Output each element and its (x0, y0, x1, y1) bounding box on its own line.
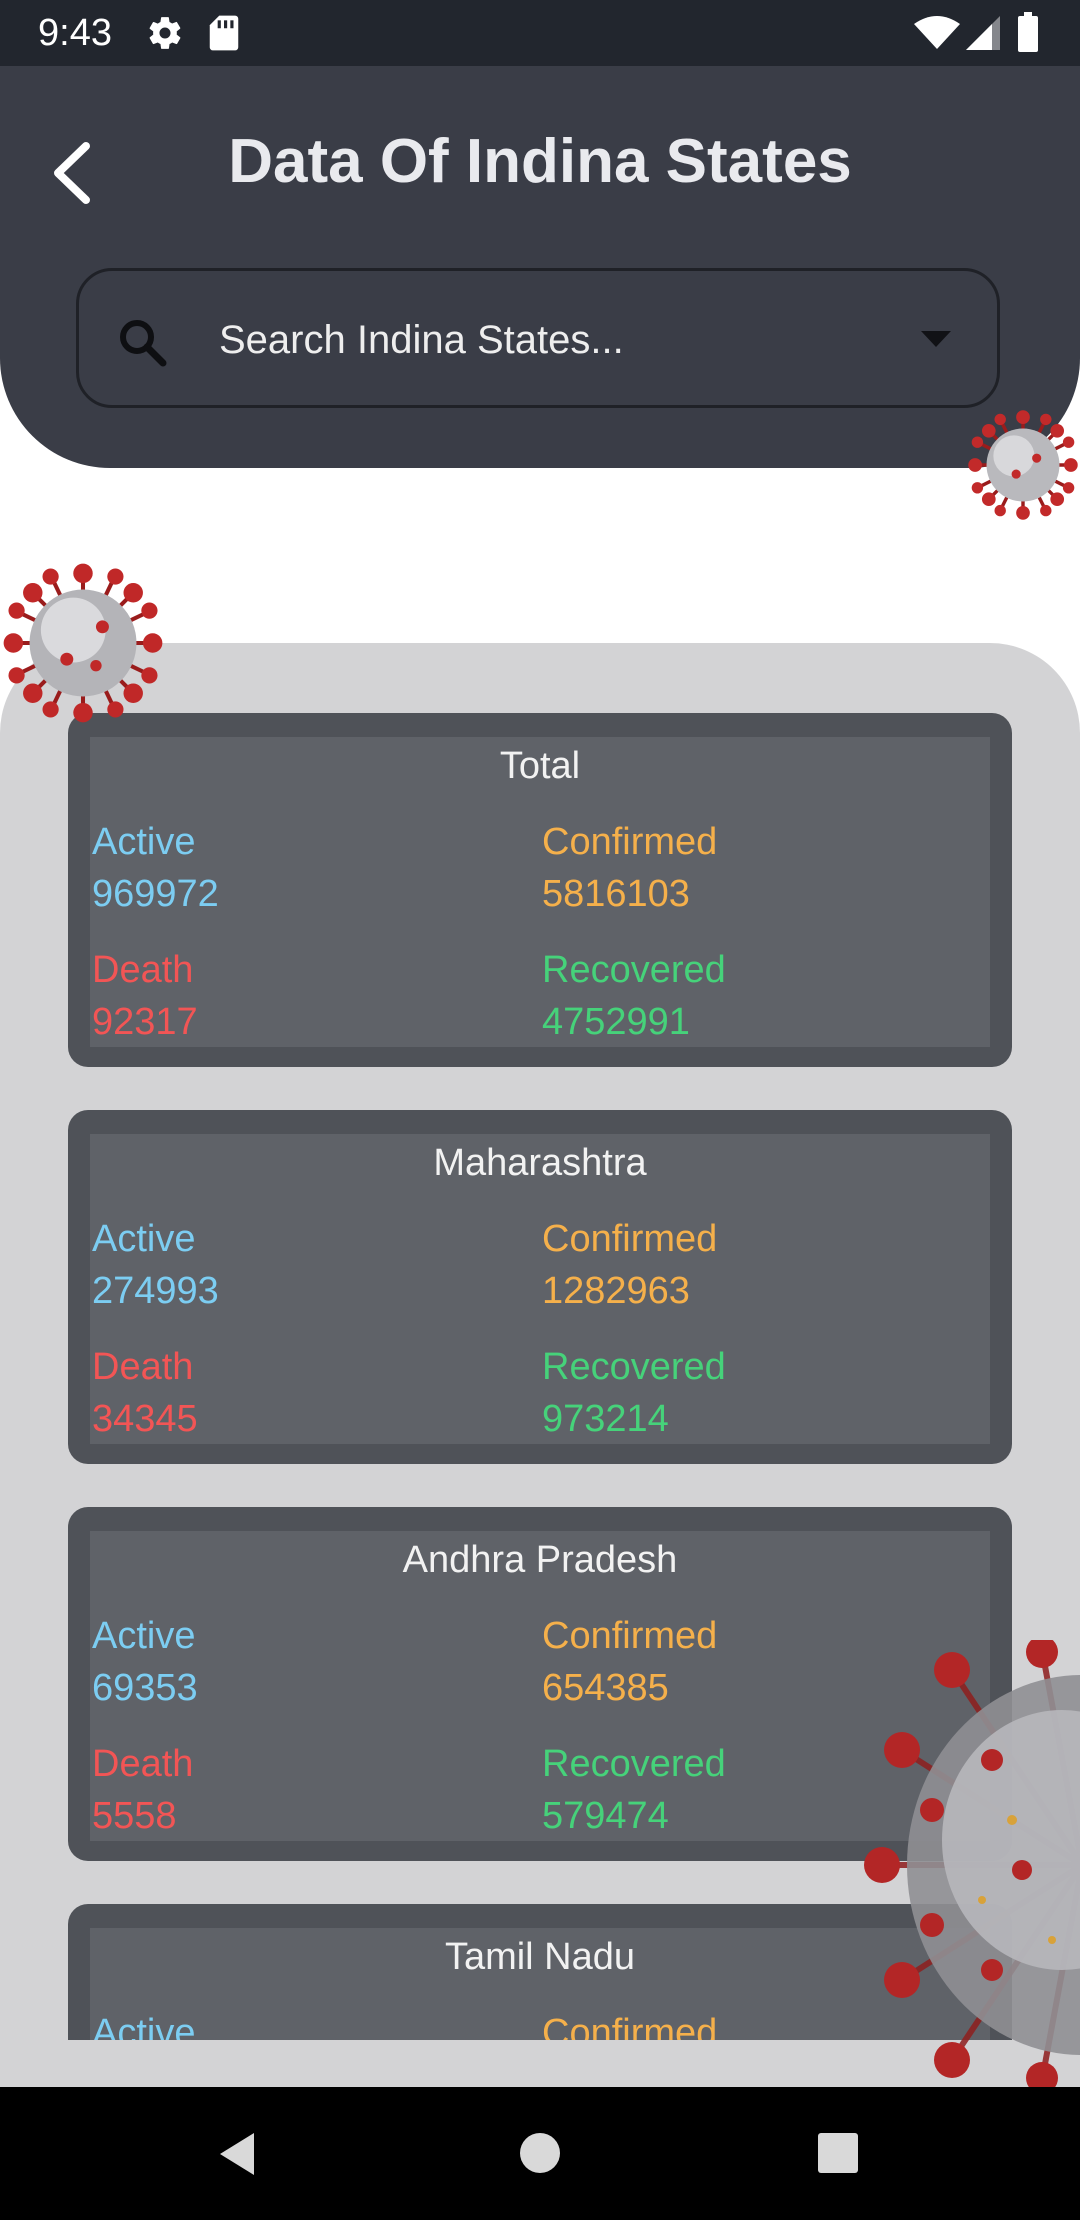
status-bar: 9:43 (0, 0, 1080, 66)
recovered-label: Recovered (542, 1743, 726, 1785)
virus-illustration-medium (3, 563, 163, 723)
confirmed-label: Confirmed (542, 1615, 718, 1657)
state-card-maharashtra[interactable]: Maharashtra Active 274993 Confirmed 1282… (68, 1110, 1012, 1464)
confirmed-label: Confirmed (542, 1218, 718, 1260)
death-label: Death (92, 949, 194, 991)
death-label: Death (92, 1346, 194, 1388)
recovered-value: 973214 (542, 1398, 669, 1440)
home-circle-icon[interactable] (518, 2131, 562, 2175)
confirmed-label: Confirmed (542, 2012, 718, 2040)
search-icon (120, 320, 167, 367)
active-label: Active (92, 1615, 196, 1657)
card-title: Tamil Nadu (444, 1936, 636, 1978)
death-label: Death (92, 1743, 194, 1785)
sd-card-icon (209, 15, 239, 51)
card-body: Maharashtra Active 274993 Confirmed 1282… (90, 1134, 990, 1444)
card-title: Andhra Pradesh (402, 1539, 678, 1581)
wifi-icon (914, 16, 960, 49)
page-title: Data Of Indina States (228, 127, 852, 196)
active-label: Active (92, 2012, 196, 2040)
confirmed-value: 1282963 (542, 1270, 690, 1312)
recovered-label: Recovered (542, 1346, 726, 1388)
active-value: 969972 (92, 873, 219, 915)
death-value: 92317 (92, 1001, 198, 1043)
recents-square-icon[interactable] (816, 2131, 860, 2175)
recovered-value: 4752991 (542, 1001, 690, 1043)
gear-icon (149, 17, 181, 49)
back-triangle-icon[interactable] (214, 2129, 262, 2179)
death-value: 5558 (92, 1795, 177, 1837)
state-card-total[interactable]: Total Active 969972 Confirmed 5816103 De… (68, 713, 1012, 1067)
confirmed-label: Confirmed (542, 821, 718, 863)
card-body: Andhra Pradesh Active 69353 Confirmed 65… (90, 1531, 990, 1841)
status-time: 9:43 (38, 12, 112, 54)
confirmed-value: 654385 (542, 1667, 669, 1709)
app-header: Data Of Indina States Search Indina Stat… (0, 66, 1080, 468)
virus-illustration-small (968, 410, 1078, 520)
recovered-label: Recovered (542, 949, 726, 991)
caret-down-icon[interactable] (921, 331, 951, 349)
card-title: Total (499, 745, 581, 787)
active-value: 274993 (92, 1270, 219, 1312)
card-body: Total Active 969972 Confirmed 5816103 De… (90, 737, 990, 1047)
signal-icon (966, 16, 1000, 50)
recovered-value: 579474 (542, 1795, 669, 1837)
active-label: Active (92, 821, 196, 863)
battery-icon (1018, 12, 1038, 52)
system-nav-bar (0, 2087, 1080, 2220)
virus-illustration-large (864, 1640, 1080, 2090)
app-screen: 9:43 Data Of Indina States Search Indina… (0, 0, 1080, 2220)
death-value: 34345 (92, 1398, 198, 1440)
card-body: Tamil Nadu Active Confirmed (90, 1928, 990, 2040)
active-label: Active (92, 1218, 196, 1260)
confirmed-value: 5816103 (542, 873, 690, 915)
card-title: Maharashtra (433, 1142, 647, 1184)
active-value: 69353 (92, 1667, 198, 1709)
search-placeholder: Search Indina States... (219, 318, 624, 362)
search-dropdown[interactable]: Search Indina States... (76, 268, 1000, 408)
